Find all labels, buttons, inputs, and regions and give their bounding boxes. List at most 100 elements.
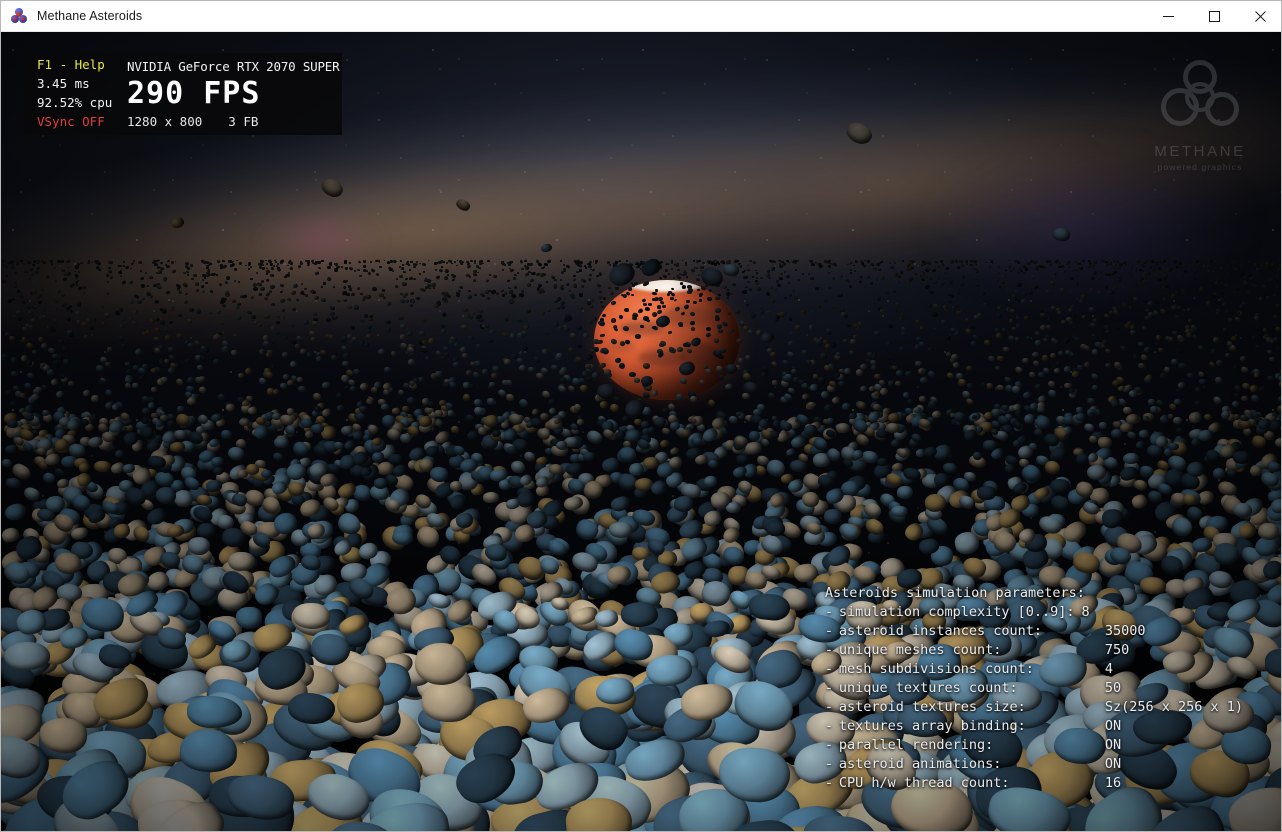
asteroid bbox=[82, 285, 87, 289]
asteroid bbox=[78, 271, 80, 273]
asteroid bbox=[273, 265, 275, 267]
asteroid bbox=[306, 260, 310, 264]
asteroid bbox=[785, 448, 795, 457]
asteroid bbox=[446, 262, 448, 264]
close-button[interactable] bbox=[1237, 1, 1282, 32]
asteroid bbox=[384, 367, 392, 373]
asteroid bbox=[718, 329, 723, 334]
asteroid bbox=[410, 260, 413, 263]
asteroid bbox=[349, 340, 355, 345]
asteroid bbox=[1166, 269, 1170, 273]
asteroid bbox=[1016, 283, 1022, 288]
asteroid bbox=[1138, 342, 1144, 347]
asteroid bbox=[1195, 387, 1202, 394]
asteroid bbox=[248, 268, 251, 270]
asteroid bbox=[1086, 464, 1105, 479]
asteroid bbox=[186, 319, 192, 324]
asteroid bbox=[1275, 437, 1281, 447]
asteroid bbox=[1010, 270, 1012, 272]
asteroid bbox=[239, 262, 243, 266]
asteroid bbox=[885, 291, 888, 294]
asteroid bbox=[84, 335, 89, 339]
asteroid bbox=[770, 267, 775, 271]
asteroid bbox=[1022, 391, 1031, 399]
asteroid bbox=[140, 269, 142, 271]
asteroid bbox=[1254, 264, 1257, 267]
asteroid bbox=[1268, 279, 1271, 282]
asteroid bbox=[1241, 365, 1250, 373]
asteroid bbox=[824, 406, 832, 412]
asteroid bbox=[1235, 317, 1240, 321]
asteroid bbox=[1204, 414, 1212, 420]
asteroid bbox=[676, 347, 683, 353]
asteroid bbox=[422, 262, 427, 266]
asteroid bbox=[447, 274, 449, 276]
asteroid bbox=[898, 317, 902, 321]
asteroid bbox=[860, 275, 863, 278]
asteroid bbox=[1132, 296, 1137, 301]
minimize-button[interactable] bbox=[1145, 1, 1191, 32]
asteroid bbox=[412, 377, 419, 384]
asteroid bbox=[793, 294, 798, 299]
asteroid bbox=[877, 297, 882, 301]
asteroid bbox=[473, 273, 477, 277]
asteroid bbox=[271, 325, 277, 330]
asteroid bbox=[600, 305, 604, 309]
asteroid bbox=[14, 272, 17, 274]
asteroid bbox=[250, 278, 253, 281]
asteroid bbox=[965, 260, 969, 263]
asteroid bbox=[1054, 294, 1058, 297]
asteroid bbox=[686, 276, 688, 278]
asteroid bbox=[887, 378, 896, 387]
asteroid bbox=[169, 441, 185, 452]
asteroid bbox=[1240, 263, 1243, 265]
asteroid bbox=[850, 272, 853, 275]
asteroid bbox=[1026, 261, 1030, 264]
asteroid bbox=[585, 364, 591, 369]
asteroid bbox=[566, 264, 571, 268]
asteroid bbox=[1252, 334, 1259, 340]
asteroid bbox=[1255, 297, 1258, 300]
asteroid bbox=[1178, 266, 1181, 269]
asteroid bbox=[671, 262, 673, 264]
asteroid bbox=[383, 296, 387, 300]
asteroid bbox=[400, 260, 402, 262]
asteroid bbox=[52, 318, 57, 323]
asteroid bbox=[18, 316, 23, 321]
asteroid bbox=[1227, 317, 1233, 322]
asteroid bbox=[715, 365, 723, 373]
asteroid bbox=[430, 466, 449, 482]
asteroid bbox=[847, 263, 849, 265]
asteroid bbox=[1157, 266, 1161, 270]
asteroid bbox=[468, 290, 471, 293]
asteroid bbox=[689, 311, 696, 317]
asteroid bbox=[633, 377, 640, 382]
asteroid bbox=[55, 298, 61, 304]
asteroid bbox=[956, 266, 960, 270]
asteroid bbox=[1074, 411, 1086, 421]
asteroid bbox=[1097, 436, 1112, 448]
asteroid bbox=[920, 262, 924, 265]
asteroid bbox=[1123, 406, 1132, 413]
asteroid bbox=[691, 326, 696, 330]
asteroid bbox=[532, 356, 541, 364]
asteroid bbox=[302, 319, 309, 325]
asteroid bbox=[1136, 260, 1140, 263]
asteroid bbox=[1233, 259, 1237, 263]
asteroid bbox=[697, 289, 700, 292]
asteroid bbox=[188, 343, 193, 347]
close-icon bbox=[1255, 11, 1266, 22]
asteroid bbox=[784, 271, 787, 273]
asteroid bbox=[12, 385, 19, 391]
maximize-button[interactable] bbox=[1191, 1, 1237, 32]
asteroid bbox=[1178, 349, 1183, 353]
asteroid bbox=[349, 288, 352, 291]
render-viewport[interactable]: F1 - Help 3.45 ms 92.52% cpu VSync OFF N… bbox=[1, 32, 1281, 831]
asteroid bbox=[1088, 260, 1090, 262]
asteroid bbox=[451, 263, 453, 264]
asteroid bbox=[1010, 309, 1015, 314]
asteroid bbox=[7, 299, 13, 305]
asteroid bbox=[788, 317, 792, 321]
asteroid bbox=[610, 338, 617, 345]
asteroid bbox=[327, 266, 331, 269]
